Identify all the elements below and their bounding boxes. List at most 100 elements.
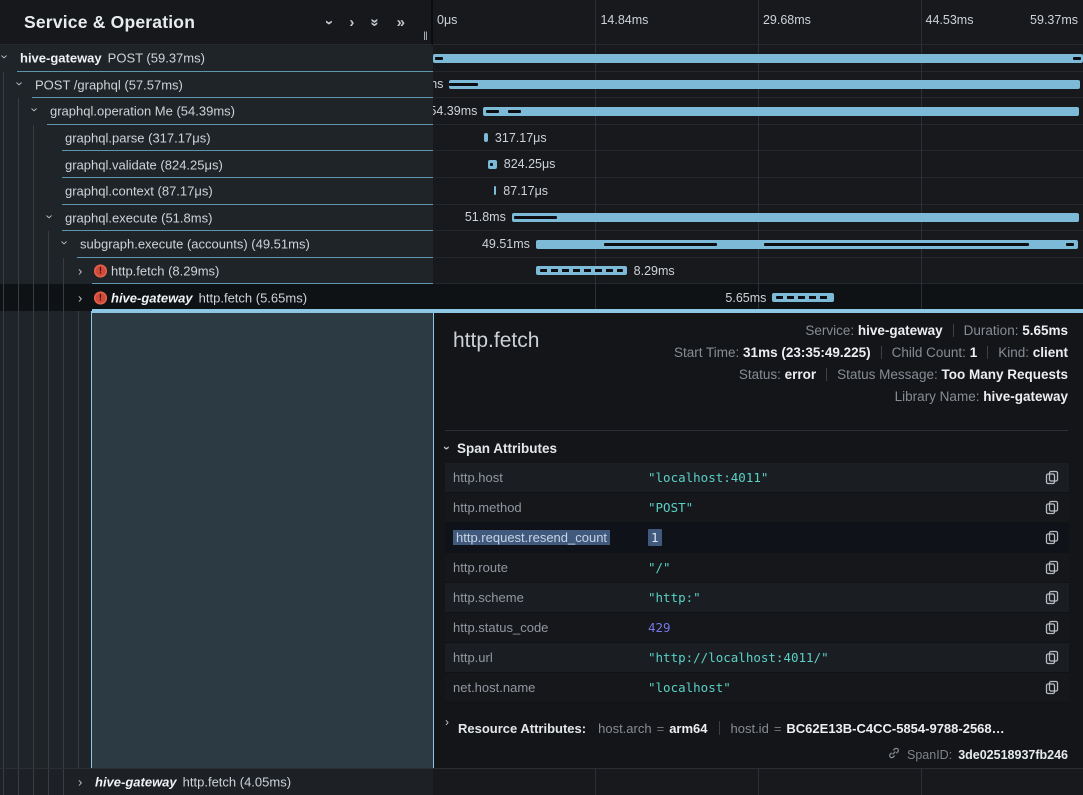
resource-key: host.arch xyxy=(598,721,651,736)
span-bar[interactable] xyxy=(536,240,1078,249)
attribute-key: net.host.name xyxy=(453,680,648,695)
child-span-mark xyxy=(490,163,493,166)
selected-key-highlight: http.request.resend_count xyxy=(453,530,610,545)
resource-attributes-row[interactable]: ›Resource Attributes:host.arch=arm64host… xyxy=(445,715,1005,741)
attribute-row[interactable]: http.host"localhost:4011" xyxy=(445,463,1069,493)
span-name-cell[interactable]: ›graphql.operation Me (54.39ms) xyxy=(0,98,433,125)
attribute-value: "http://localhost:4011/" xyxy=(648,650,829,665)
attribute-row[interactable]: http.scheme"http:" xyxy=(445,583,1069,613)
overview-value: hive-gateway xyxy=(858,323,943,338)
indent-guide xyxy=(33,769,34,795)
indent-guide xyxy=(33,258,34,285)
span-bar[interactable] xyxy=(433,54,1083,63)
detail-span-title: http.fetch xyxy=(453,329,539,353)
span-name-cell[interactable]: graphql.context (87.17μs) xyxy=(0,178,433,205)
chevron-down-icon[interactable]: › xyxy=(44,214,57,218)
overview-label: Status Message: xyxy=(837,367,941,382)
span-bar[interactable] xyxy=(483,107,1078,116)
service-name: hive-gateway xyxy=(111,290,193,305)
indent-guide xyxy=(3,178,4,205)
span-bar[interactable] xyxy=(772,293,834,302)
chevron-down-icon[interactable]: › xyxy=(14,81,27,85)
chevron-right-icon[interactable]: › xyxy=(78,776,82,789)
span-name-cell[interactable]: ›hive-gatewayhttp.fetch (4.05ms) xyxy=(0,769,433,795)
overview-line: Library Name: hive-gateway xyxy=(674,386,1068,408)
span-bar[interactable] xyxy=(494,186,496,195)
collapse-children-icon[interactable]: › xyxy=(322,20,337,25)
attribute-row[interactable]: http.method"POST" xyxy=(445,493,1069,523)
expand-all-icon[interactable]: » xyxy=(397,15,405,30)
ruler-tick-label: 59.37ms xyxy=(1030,13,1078,27)
chevron-right-icon[interactable]: › xyxy=(78,265,82,278)
span-attributes-header[interactable]: ›Span Attributes xyxy=(445,441,557,456)
panel-divider-handle-icon[interactable]: ‖ xyxy=(423,29,428,43)
attribute-row[interactable]: net.host.name"localhost" xyxy=(445,673,1069,703)
timeline-ruler: 0μs14.84ms29.68ms44.53ms59.37ms xyxy=(433,0,1083,45)
indent-guide xyxy=(18,284,19,311)
span-bar[interactable] xyxy=(488,160,497,169)
span-name-cell[interactable]: ›!http.fetch (8.29ms) xyxy=(0,258,433,285)
span-bar[interactable] xyxy=(449,80,1079,89)
span-duration-label: 317.17μs xyxy=(495,131,547,145)
copy-button[interactable] xyxy=(1045,560,1059,575)
copy-button[interactable] xyxy=(1045,620,1059,635)
trace-span-row[interactable]: ›hive-gatewayhttp.fetch (4.05ms)4.05ms xyxy=(0,769,433,795)
expand-children-icon[interactable]: › xyxy=(349,15,354,30)
chevron-down-icon[interactable]: › xyxy=(0,55,12,59)
span-name-cell[interactable]: ›graphql.execute (51.8ms) xyxy=(0,205,433,232)
attribute-key: http.method xyxy=(453,500,648,515)
span-bar[interactable] xyxy=(536,266,627,275)
attribute-row[interactable]: http.request.resend_count 1 xyxy=(445,523,1069,553)
span-name-cell[interactable]: graphql.parse (317.17μs) xyxy=(0,125,433,152)
chevron-down-icon[interactable]: › xyxy=(29,108,42,112)
span-bar[interactable] xyxy=(512,213,1079,222)
span-duration-label: 49.51ms xyxy=(482,237,530,251)
chevron-down-icon[interactable]: › xyxy=(59,241,72,245)
span-rows: ›hive-gatewayPOST (59.37ms)59.37ms›POST … xyxy=(0,45,1083,311)
ruler-tick xyxy=(595,0,596,44)
copy-button[interactable] xyxy=(1045,530,1059,545)
selected-span-expansion xyxy=(91,311,434,768)
indent-guide xyxy=(48,284,49,311)
copy-button[interactable] xyxy=(1045,650,1059,665)
selected-value-highlight: 1 xyxy=(648,529,662,546)
indent-guide xyxy=(78,311,79,768)
attribute-row[interactable]: http.url"http://localhost:4011/" xyxy=(445,643,1069,673)
span-name: hive-gatewayhttp.fetch (5.65ms) xyxy=(111,290,307,305)
trace-viewer: Service & Operation ››»» ‖ 0μs14.84ms29.… xyxy=(0,0,1083,795)
link-icon[interactable] xyxy=(887,746,901,763)
resource-divider xyxy=(719,721,720,735)
indent-guide xyxy=(18,258,19,285)
span-name-cell[interactable]: ›!hive-gatewayhttp.fetch (5.65ms) xyxy=(0,284,433,311)
indent-guide xyxy=(48,769,49,795)
span-id-label: SpanID: xyxy=(907,748,952,762)
child-span-mark xyxy=(764,243,1030,246)
span-attributes-table: http.host"localhost:4011"http.method"POS… xyxy=(445,463,1069,703)
indent-guide xyxy=(33,151,34,178)
overview-line: Start Time: 31ms (23:35:49.225)Child Cou… xyxy=(674,342,1068,364)
copy-button[interactable] xyxy=(1045,470,1059,485)
indent-guide xyxy=(3,72,4,99)
indent-guide xyxy=(33,311,34,768)
attribute-row[interactable]: http.route"/" xyxy=(445,553,1069,583)
attribute-row[interactable]: http.status_code429 xyxy=(445,613,1069,643)
detail-divider xyxy=(445,430,1068,431)
child-span-mark xyxy=(514,216,557,219)
attribute-key: http.scheme xyxy=(453,590,648,605)
span-name-cell[interactable]: ›POST /graphql (57.57ms) xyxy=(0,72,433,99)
indent-guide xyxy=(48,231,49,258)
span-name-cell[interactable]: ›hive-gatewayPOST (59.37ms) xyxy=(0,45,433,72)
span-bar[interactable] xyxy=(484,133,487,142)
overview-value: 5.65ms xyxy=(1022,323,1068,338)
indent-guide xyxy=(3,205,4,232)
service-name: hive-gateway xyxy=(95,775,177,790)
overview-divider xyxy=(826,368,827,381)
collapse-all-icon[interactable]: » xyxy=(368,18,383,26)
copy-button[interactable] xyxy=(1045,500,1059,515)
copy-button[interactable] xyxy=(1045,590,1059,605)
span-name-cell[interactable]: ›subgraph.execute (accounts) (49.51ms) xyxy=(0,231,433,258)
span-name-cell[interactable]: graphql.validate (824.25μs) xyxy=(0,151,433,178)
span-name: graphql.context (87.17μs) xyxy=(65,184,213,199)
chevron-right-icon[interactable]: › xyxy=(78,291,82,304)
copy-button[interactable] xyxy=(1045,680,1059,695)
